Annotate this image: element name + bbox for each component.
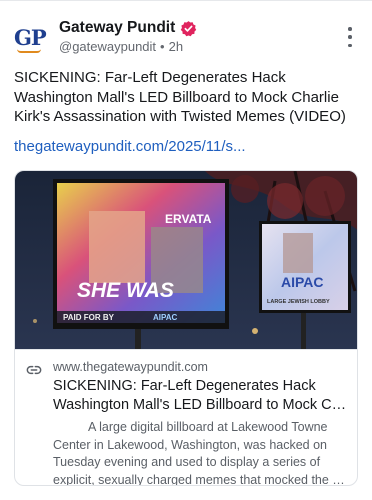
post-time[interactable]: 2h (169, 39, 183, 54)
post-link[interactable]: thegatewaypundit.com/2025/11/s... (14, 138, 246, 155)
card-title[interactable]: SICKENING: Far-Left Degenerates Hack Was… (53, 377, 351, 415)
meta-separator: • (160, 39, 165, 54)
card-desc-line: Tuesday evening and used to display a se… (53, 455, 321, 469)
card-desc-line: A large digital billboard at Lakewood To… (88, 420, 328, 434)
card-desc-line: Center in Lakewood, Washington, was hack… (53, 437, 328, 452)
verified-badge-icon (181, 20, 197, 36)
post-header: GP Gateway Pundit @gatewaypundit • 2h (14, 15, 362, 59)
card-title-line: SICKENING: Far-Left Degenerates Hack (53, 378, 316, 394)
right-billboard-text: AIPAC (281, 274, 324, 290)
card-description: A large digital billboard at Lakewood To… (53, 419, 351, 486)
avatar[interactable]: GP (14, 21, 48, 55)
preview-image: ERVATA SHE WAS PAID FOR BY AIPAC AIPAC L… (15, 171, 357, 349)
billboard-bottom-text: PAID FOR BY (63, 313, 115, 322)
billboard-top-text: ERVATA (165, 212, 212, 226)
author-name-row: Gateway Pundit (59, 19, 197, 37)
avatar-swoosh (17, 49, 41, 53)
link-icon (26, 365, 42, 375)
right-billboard-subtext: LARGE JEWISH LOBBY (267, 299, 330, 305)
card-desc-line: explicit, sexually charged memes that mo… (53, 472, 351, 486)
author-name[interactable]: Gateway Pundit (59, 19, 175, 37)
author-meta: @gatewaypundit • 2h (59, 39, 183, 54)
card-domain: www.thegatewaypundit.com (53, 360, 208, 374)
card-title-line: Washington Mall's LED Billboard to Mock … (53, 397, 351, 413)
billboard-bottom-text-2: AIPAC (153, 313, 178, 322)
post-card: GP Gateway Pundit @gatewaypundit • 2h SI… (0, 0, 372, 500)
author-handle[interactable]: @gatewaypundit (59, 39, 156, 54)
avatar-logo-text: GP (14, 25, 47, 50)
card-footer: www.thegatewaypundit.com SICKENING: Far-… (15, 349, 357, 486)
post-text: SICKENING: Far-Left Degenerates Hack Was… (14, 69, 346, 125)
more-vertical-icon[interactable] (346, 27, 354, 47)
link-preview-card[interactable]: ERVATA SHE WAS PAID FOR BY AIPAC AIPAC L… (14, 170, 358, 486)
billboard-main-text: SHE WAS (77, 279, 174, 302)
